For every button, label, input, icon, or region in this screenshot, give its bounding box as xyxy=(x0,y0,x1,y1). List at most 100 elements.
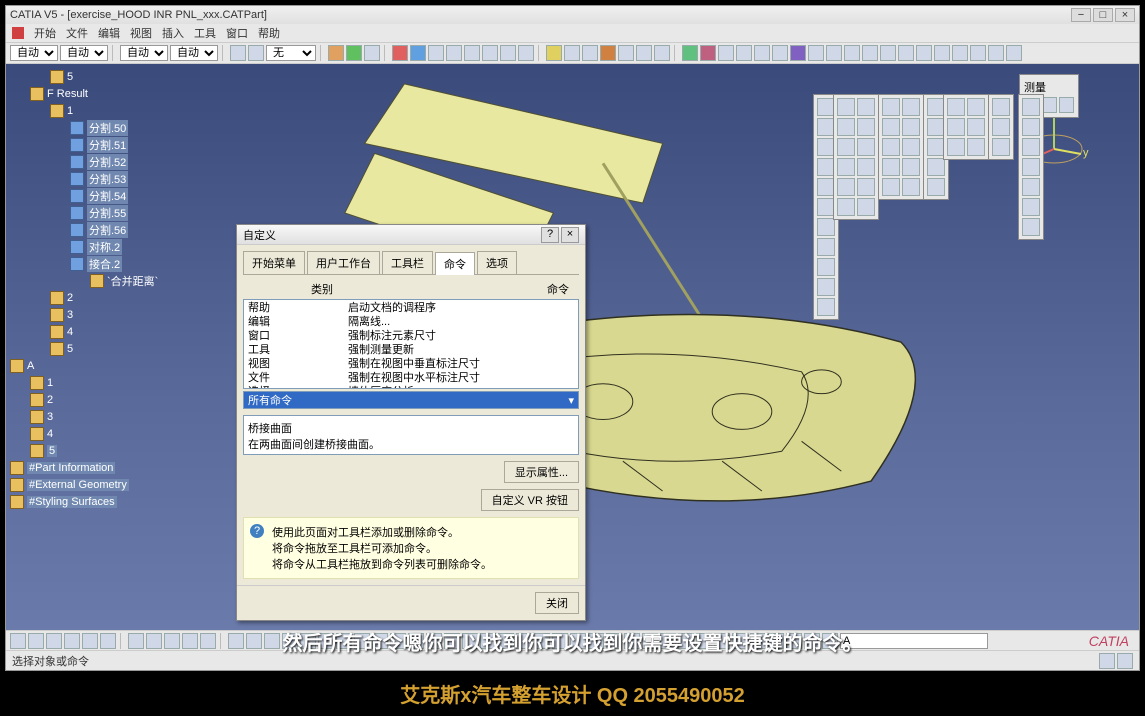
help-button[interactable]: ? xyxy=(541,227,559,243)
tree-node[interactable]: `合并距离` xyxy=(107,273,158,289)
tab-startmenu[interactable]: 开始菜单 xyxy=(243,251,305,274)
tb-icon[interactable] xyxy=(654,45,670,61)
tb-icon[interactable] xyxy=(446,45,462,61)
palette-7[interactable] xyxy=(1018,94,1044,240)
menu-insert[interactable]: 插入 xyxy=(162,25,184,41)
tree-node[interactable]: F Result xyxy=(47,88,88,100)
dialog-titlebar[interactable]: 自定义 ? × xyxy=(237,225,585,245)
tree-node[interactable]: A xyxy=(27,360,34,372)
palette-icon[interactable] xyxy=(882,158,900,176)
tree-node[interactable]: 5 xyxy=(47,445,57,457)
measure-icon[interactable] xyxy=(1059,97,1074,113)
palette-icon[interactable] xyxy=(1022,218,1040,236)
tree-node[interactable]: 5 xyxy=(67,71,73,83)
sel-auto4[interactable]: 自动 xyxy=(170,45,218,61)
close-button[interactable]: × xyxy=(1115,8,1135,22)
tb-icon[interactable] xyxy=(736,45,752,61)
tb-icon[interactable] xyxy=(100,633,116,649)
tree-node[interactable]: 对称.2 xyxy=(87,239,122,255)
tb-icon[interactable] xyxy=(82,633,98,649)
status-icon[interactable] xyxy=(1117,653,1133,669)
palette-3[interactable] xyxy=(878,94,924,200)
palette-6[interactable] xyxy=(988,94,1014,160)
tree-node[interactable]: #Styling Surfaces xyxy=(27,496,117,508)
palette-icon[interactable] xyxy=(817,278,835,296)
tb-icon[interactable] xyxy=(880,45,896,61)
tb-icon[interactable] xyxy=(916,45,932,61)
tb-icon[interactable] xyxy=(46,633,62,649)
tb-icon[interactable] xyxy=(28,633,44,649)
tb-icon[interactable] xyxy=(700,45,716,61)
list-row[interactable]: 文件强制在视图中水平标注尺寸 xyxy=(244,370,578,384)
menu-window[interactable]: 窗口 xyxy=(226,25,248,41)
tb-icon[interactable] xyxy=(246,633,262,649)
palette-icon[interactable] xyxy=(882,138,900,156)
tb-icon[interactable] xyxy=(248,45,264,61)
tb-icon[interactable] xyxy=(600,45,616,61)
spec-tree[interactable]: 5 F Result 1 分割.50 分割.51 分割.52 分割.53 分割.… xyxy=(6,64,216,515)
tab-cmd[interactable]: 命令 xyxy=(435,252,475,275)
tb-icon[interactable] xyxy=(952,45,968,61)
palette-icon[interactable] xyxy=(837,138,855,156)
palette-icon[interactable] xyxy=(927,158,945,176)
palette-icon[interactable] xyxy=(837,198,855,216)
tree-node[interactable]: 1 xyxy=(47,377,53,389)
status-icon[interactable] xyxy=(1099,653,1115,669)
tb-icon[interactable] xyxy=(410,45,426,61)
tree-node[interactable]: 分割.51 xyxy=(87,137,128,153)
customize-vr-button[interactable]: 自定义 VR 按钮 xyxy=(481,489,579,511)
tb-icon[interactable] xyxy=(10,633,26,649)
tree-node[interactable]: 3 xyxy=(67,309,73,321)
tb-icon[interactable] xyxy=(428,45,444,61)
tree-node[interactable]: 3 xyxy=(47,411,53,423)
palette-icon[interactable] xyxy=(1022,158,1040,176)
list-row[interactable]: 编辑隔离线... xyxy=(244,314,578,328)
tree-node[interactable]: 分割.50 xyxy=(87,120,128,136)
tb-icon[interactable] xyxy=(934,45,950,61)
palette-icon[interactable] xyxy=(947,98,965,116)
list-row[interactable]: 窗口强制标注元素尺寸 xyxy=(244,328,578,342)
tb-icon[interactable] xyxy=(808,45,824,61)
palette-icon[interactable] xyxy=(902,98,920,116)
list-row[interactable]: 选择墙体厚度分析 xyxy=(244,384,578,389)
palette-icon[interactable] xyxy=(882,98,900,116)
palette-icon[interactable] xyxy=(857,158,875,176)
tb-icon[interactable] xyxy=(682,45,698,61)
tb-icon[interactable] xyxy=(482,45,498,61)
tree-node[interactable]: 分割.54 xyxy=(87,188,128,204)
menu-edit[interactable]: 编辑 xyxy=(98,25,120,41)
tb-icon[interactable] xyxy=(718,45,734,61)
palette-icon[interactable] xyxy=(857,118,875,136)
palette-icon[interactable] xyxy=(902,118,920,136)
tb-icon[interactable] xyxy=(200,633,216,649)
tree-node[interactable]: 分割.53 xyxy=(87,171,128,187)
palette-icon[interactable] xyxy=(947,118,965,136)
palette-icon[interactable] xyxy=(967,138,985,156)
palette-icon[interactable] xyxy=(1022,198,1040,216)
palette-icon[interactable] xyxy=(882,178,900,196)
tb-icon[interactable] xyxy=(862,45,878,61)
palette-icon[interactable] xyxy=(837,158,855,176)
tb-icon[interactable] xyxy=(264,633,280,649)
palette-icon[interactable] xyxy=(837,118,855,136)
tb-icon[interactable] xyxy=(790,45,806,61)
tb-icon[interactable] xyxy=(464,45,480,61)
tree-node[interactable]: 1 xyxy=(67,105,73,117)
tb-icon[interactable] xyxy=(988,45,1004,61)
tb-icon[interactable] xyxy=(146,633,162,649)
tree-node[interactable]: 接合.2 xyxy=(87,256,122,272)
close-dialog-button[interactable]: 关闭 xyxy=(535,592,579,614)
palette-icon[interactable] xyxy=(837,178,855,196)
palette-icon[interactable] xyxy=(902,138,920,156)
palette-icon[interactable] xyxy=(837,98,855,116)
tb-icon[interactable] xyxy=(636,45,652,61)
tb-icon[interactable] xyxy=(518,45,534,61)
list-row[interactable]: 帮助启动文档的调程序 xyxy=(244,300,578,314)
tree-node[interactable]: #External Geometry xyxy=(27,479,129,491)
palette-icon[interactable] xyxy=(857,138,875,156)
tb-icon[interactable] xyxy=(618,45,634,61)
menu-help[interactable]: 帮助 xyxy=(258,25,280,41)
tb-icon[interactable] xyxy=(328,45,344,61)
tree-node[interactable]: 2 xyxy=(47,394,53,406)
palette-icon[interactable] xyxy=(992,138,1010,156)
